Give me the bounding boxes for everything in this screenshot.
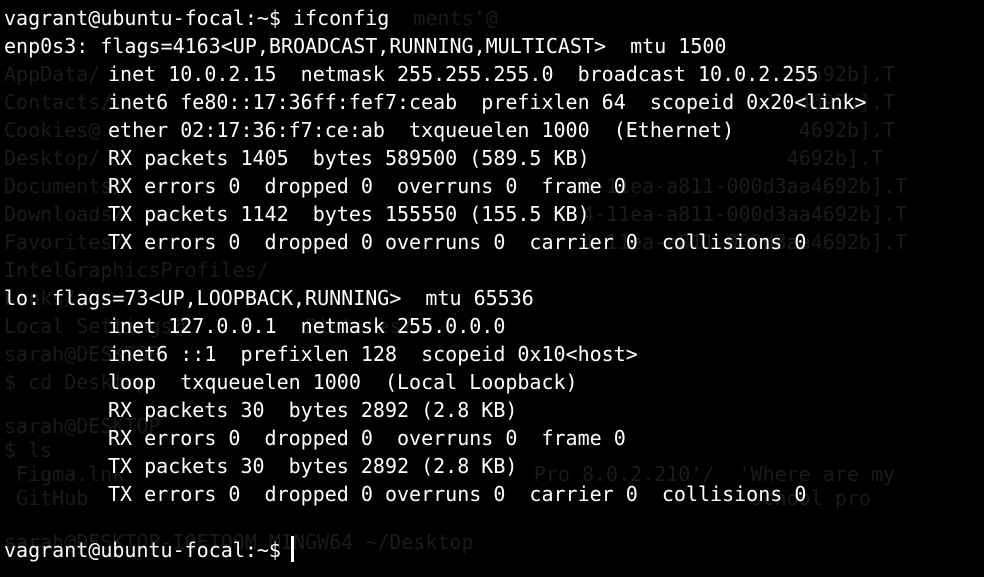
- output-line: TX packets 1142 bytes 155550 (155.5 KB): [108, 202, 590, 226]
- iface-header-enp0s3: enp0s3: flags=4163<UP,BROADCAST,RUNNING,…: [4, 34, 727, 58]
- output-line: inet 10.0.2.15 netmask 255.255.255.0 bro…: [108, 62, 819, 86]
- iface-header-lo: lo: flags=73<UP,LOOPBACK,RUNNING> mtu 65…: [4, 286, 534, 310]
- output-line: ether 02:17:36:f7:ce:ab txqueuelen 1000 …: [108, 118, 735, 142]
- output-line: RX packets 1405 bytes 589500 (589.5 KB): [108, 146, 590, 170]
- output-line: TX errors 0 dropped 0 overruns 0 carrier…: [108, 482, 807, 506]
- ghost-line: IntelGraphicsProfiles/: [4, 258, 269, 282]
- command-line: vagrant@ubuntu-focal:~$ ifconfig: [4, 4, 389, 32]
- output-line: TX errors 0 dropped 0 overruns 0 carrier…: [108, 230, 807, 254]
- output-line: inet 127.0.0.1 netmask 255.0.0.0: [108, 314, 506, 338]
- shell-prompt: vagrant@ubuntu-focal:~$: [4, 538, 281, 562]
- shell-prompt: vagrant@ubuntu-focal:~$: [4, 6, 293, 30]
- output-line: inet6 ::1 prefixlen 128 scopeid 0x10<hos…: [108, 342, 638, 366]
- active-prompt-line[interactable]: vagrant@ubuntu-focal:~$: [4, 536, 294, 564]
- output-line: loop txqueuelen 1000 (Local Loopback): [108, 370, 578, 394]
- output-line: TX packets 30 bytes 2892 (2.8 KB): [108, 454, 518, 478]
- output-line: inet6 fe80::17:36ff:fef7:ceab prefixlen …: [108, 90, 867, 114]
- typed-command: ifconfig: [292, 6, 390, 30]
- output-line: RX errors 0 dropped 0 overruns 0 frame 0: [108, 426, 626, 450]
- ghost-line: $ ls: [4, 438, 53, 462]
- terminal-window[interactable]: ments'@ AppData/ 4692b].T Contacts/ 4692…: [0, 0, 984, 577]
- text-cursor: [290, 536, 294, 562]
- output-line: RX packets 30 bytes 2892 (2.8 KB): [108, 398, 518, 422]
- output-line: RX errors 0 dropped 0 overruns 0 frame 0: [108, 174, 626, 198]
